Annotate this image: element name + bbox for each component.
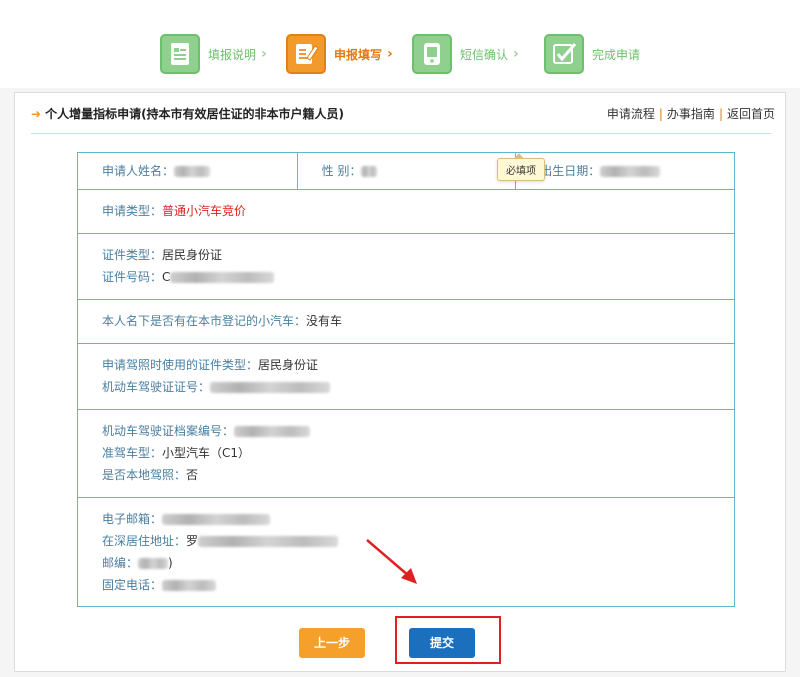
- panel-header: ➜ 个人增量指标申请(持本市有效居住证的非本市户籍人员) 申请流程 | 办事指南 | 返回…: [15, 93, 785, 131]
- annotation-arrow-icon: [366, 539, 417, 584]
- link-guide[interactable]: 办事指南: [667, 107, 715, 121]
- local-license-field: 是否本地驾照：否: [78, 464, 734, 486]
- redacted-value: [162, 580, 217, 591]
- step-label: 短信确认: [460, 47, 509, 62]
- car-owned-value: 没有车: [306, 314, 343, 328]
- application-panel: ➜ 个人增量指标申请(持本市有效居住证的非本市户籍人员) 申请流程 | 办事指南 | 返回…: [14, 92, 786, 672]
- redacted-value: [210, 382, 331, 393]
- arrow-right-icon: ➜: [31, 107, 42, 121]
- gender-field: 性 别：: [296, 153, 516, 189]
- id-number-field: 证件号码：C: [78, 266, 734, 288]
- redacted-value: [198, 536, 339, 547]
- field-label: 在深居住地址：: [102, 534, 187, 548]
- field-label: 是否本地驾照：: [102, 468, 187, 482]
- chevron-right-icon: ›: [513, 46, 519, 62]
- form-row-license: 申请驾照时使用的证件类型：居民身份证 机动车驾驶证证号：: [78, 344, 734, 410]
- local-license-value: 否: [186, 468, 199, 482]
- field-label: 出生日期：: [540, 164, 601, 178]
- form-row-apply-type: 申请类型：普通小汽车竞价: [78, 190, 734, 234]
- field-label: 证件类型：: [102, 248, 163, 262]
- id-type-value: 居民身份证: [162, 248, 223, 262]
- redacted-value: [174, 166, 211, 177]
- apply-type-field: 申请类型：普通小汽车竞价: [78, 200, 734, 222]
- field-label: 机动车驾驶证证号：: [102, 380, 211, 394]
- form-row-license-detail: 机动车驾驶证档案编号： 准驾车型：小型汽车（C1） 是否本地驾照：否: [78, 410, 734, 498]
- postcode-suffix: ): [168, 556, 173, 570]
- step-complete: 完成申请: [544, 34, 640, 74]
- apply-type-value: 普通小汽车竞价: [162, 204, 247, 218]
- link-separator: |: [718, 107, 723, 121]
- id-number-prefix: C: [162, 270, 171, 284]
- license-file-field: 机动车驾驶证档案编号：: [78, 420, 734, 442]
- field-label: 性 别：: [321, 164, 362, 178]
- license-id-type-value: 居民身份证: [258, 358, 319, 372]
- field-label: 申请驾照时使用的证件类型：: [102, 358, 259, 372]
- divider: [31, 133, 771, 134]
- link-separator: |: [658, 107, 663, 121]
- field-label: 准驾车型：: [102, 446, 163, 460]
- redacted-value: [170, 272, 275, 283]
- field-label: 电子邮箱：: [102, 512, 163, 526]
- field-label: 邮编：: [102, 556, 139, 570]
- field-label: 申请人姓名：: [102, 164, 175, 178]
- license-number-field: 机动车驾驶证证号：: [78, 376, 734, 398]
- link-apply-process[interactable]: 申请流程: [607, 107, 655, 121]
- field-label: 固定电话：: [102, 578, 163, 592]
- progress-steps: 填报说明 › 申报填写 › 短信确认 › 完成申请: [0, 0, 800, 88]
- form-row-personal: 申请人姓名： 性 别： 出生日期：: [78, 153, 734, 190]
- id-type-field: 证件类型：居民身份证: [78, 244, 734, 266]
- chevron-right-icon: ›: [261, 46, 267, 62]
- field-label: 本人名下是否有在本市登记的小汽车：: [102, 314, 307, 328]
- page-title-text: 个人增量指标申请(持本市有效居住证的非本市户籍人员): [45, 107, 345, 121]
- page-title: ➜ 个人增量指标申请(持本市有效居住证的非本市户籍人员): [31, 105, 344, 122]
- submit-button[interactable]: 提交: [409, 628, 475, 658]
- phone-icon: [412, 34, 452, 74]
- document-icon: [160, 34, 200, 74]
- checkmark-icon: [544, 34, 584, 74]
- form-row-id: 证件类型：居民身份证 证件号码：C: [78, 234, 734, 300]
- redacted-value: [162, 514, 271, 525]
- step-fill-instructions: 填报说明 ›: [160, 34, 267, 74]
- chevron-right-icon: ›: [387, 46, 393, 62]
- required-tooltip: 必填项: [497, 153, 545, 181]
- link-home[interactable]: 返回首页: [727, 107, 775, 121]
- vehicle-class-value: 小型汽车（C1）: [162, 446, 251, 460]
- redacted-value: [600, 166, 661, 177]
- email-field: 电子邮箱：: [78, 508, 734, 530]
- step-fill-form: 申报填写 ›: [286, 34, 393, 74]
- address-prefix: 罗: [186, 534, 199, 548]
- form-row-car-owned: 本人名下是否有在本市登记的小汽车：没有车: [78, 300, 734, 344]
- vehicle-class-field: 准驾车型：小型汽车（C1）: [78, 442, 734, 464]
- step-label: 申报填写: [334, 47, 383, 62]
- field-label: 机动车驾驶证档案编号：: [102, 424, 235, 438]
- redacted-value: [234, 426, 311, 437]
- name-field: 申请人姓名：: [78, 153, 297, 189]
- license-id-type-field: 申请驾照时使用的证件类型：居民身份证: [78, 354, 734, 376]
- birth-date-field: 出生日期：: [515, 153, 734, 189]
- redacted-value: [361, 166, 378, 177]
- field-label: 申请类型：: [102, 204, 163, 218]
- header-links: 申请流程 | 办事指南 | 返回首页: [607, 105, 775, 122]
- car-owned-field: 本人名下是否有在本市登记的小汽车：没有车: [78, 310, 734, 332]
- step-label: 填报说明: [208, 47, 257, 62]
- redacted-value: [138, 558, 169, 569]
- prev-step-button[interactable]: 上一步: [299, 628, 365, 658]
- field-label: 证件号码：: [102, 270, 163, 284]
- pencil-form-icon: [286, 34, 326, 74]
- step-sms-confirm: 短信确认 ›: [412, 34, 519, 74]
- step-label: 完成申请: [592, 47, 641, 62]
